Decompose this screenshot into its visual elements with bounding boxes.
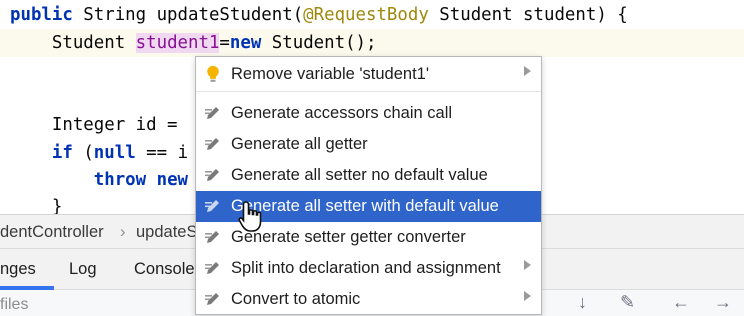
- lightbulb-icon: [207, 65, 219, 82]
- files-label: files: [0, 296, 29, 313]
- annotation-requestbody: @RequestBody: [303, 5, 429, 25]
- forward-arrow-icon[interactable]: →: [714, 292, 732, 313]
- menu-item-accessors-chain[interactable]: Generate accessors chain call: [196, 98, 541, 129]
- pencil-icon: [205, 169, 219, 181]
- keyword-new: new: [146, 170, 189, 190]
- code-text: Student: [51, 33, 136, 53]
- keyword-new: new: [229, 33, 262, 53]
- keyword-throw: throw: [93, 170, 147, 190]
- tab-log[interactable]: Log: [69, 260, 97, 279]
- menu-item-split-declaration[interactable]: Split into declaration and assignment: [196, 253, 541, 284]
- menu-separator: [196, 91, 541, 92]
- code-line-5[interactable]: if (null == i: [10, 139, 188, 167]
- submenu-arrow-icon: [524, 291, 531, 301]
- submenu-arrow-icon: [524, 260, 531, 270]
- back-arrow-icon[interactable]: ←: [672, 292, 690, 313]
- code-line-6[interactable]: throw new: [10, 166, 188, 194]
- breadcrumb-method[interactable]: updateS: [136, 223, 197, 242]
- code-line-4[interactable]: Integer id =: [10, 111, 188, 139]
- menu-item-convert-atomic[interactable]: Convert to atomic: [196, 284, 541, 315]
- code-line-2[interactable]: Student student1=new Student();: [10, 29, 377, 57]
- pencil-icon: [205, 262, 219, 274]
- tab-changes[interactable]: nges: [0, 260, 36, 279]
- breadcrumb-controller[interactable]: dentController: [0, 223, 104, 242]
- hand-cursor-icon: [238, 201, 262, 232]
- menu-item-remove-variable[interactable]: Remove variable 'student1': [196, 59, 541, 90]
- pencil-icon: [205, 200, 219, 212]
- download-icon[interactable]: ↓: [578, 292, 587, 313]
- keyword-public: public: [10, 5, 73, 25]
- keyword-if: if: [51, 143, 73, 163]
- pencil-icon: [205, 107, 219, 119]
- code-text: Student student) {: [428, 5, 628, 25]
- code-text: Student();: [261, 33, 377, 53]
- pencil-icon: [205, 231, 219, 243]
- code-text: String updateStudent(: [72, 5, 304, 25]
- tab-console[interactable]: Console: [134, 260, 195, 279]
- submenu-arrow-icon: [524, 66, 531, 76]
- pencil-icon: [205, 138, 219, 150]
- keyword-null: null: [93, 143, 136, 163]
- code-line-7[interactable]: }: [10, 193, 62, 214]
- edit-icon[interactable]: ✎: [620, 292, 635, 313]
- menu-item-setter-no-default[interactable]: Generate all setter no default value: [196, 160, 541, 191]
- chevron-right-icon: ›: [120, 223, 126, 241]
- menu-item-all-getter[interactable]: Generate all getter: [196, 129, 541, 160]
- code-line-1[interactable]: public String updateStudent(@RequestBody…: [10, 1, 628, 29]
- intention-actions-popup: Remove variable 'student1' Generate acce…: [195, 56, 542, 315]
- highlighted-variable[interactable]: student1: [135, 33, 220, 53]
- pencil-icon: [205, 293, 219, 305]
